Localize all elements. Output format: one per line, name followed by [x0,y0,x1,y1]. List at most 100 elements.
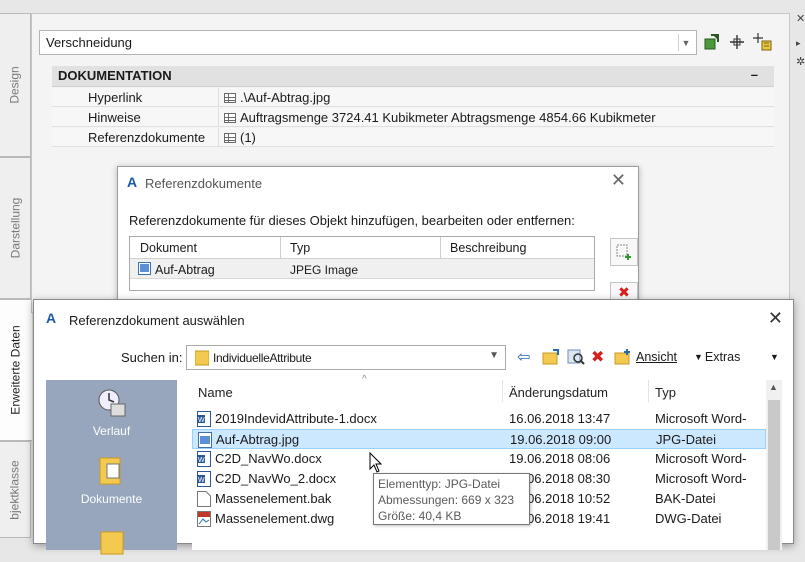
column-document[interactable]: Dokument [140,241,197,255]
image-file-icon [138,262,151,275]
column-date[interactable]: Änderungsdatum [509,385,608,400]
object-type-select[interactable]: Verschneidung ▼ [39,30,697,55]
file-row[interactable]: W 2019IndevidAttribute-1.docx 16.06.2018… [192,409,766,429]
documents-folder-icon [99,457,120,485]
word-document-icon: W [197,451,211,467]
tab-design-label: Design [8,66,23,104]
property-row-referenzdokumente[interactable]: Referenzdokumente (1) [52,128,774,147]
table-icon [224,92,236,103]
look-in-value: IndividuelleAttribute [213,351,312,365]
chevron-down-icon: ▼ [489,350,499,361]
tab-erweiterte-daten[interactable]: Erweiterte Daten [0,299,32,441]
column-description[interactable]: Beschreibung [450,241,526,255]
file-date: 19.06.2018 09:00 [510,432,612,447]
view-menu-button[interactable]: Ansicht [636,346,677,368]
palette-settings-icon[interactable]: ✲ [796,55,805,68]
svg-text:W: W [198,417,205,424]
toolbar-overflow-button[interactable]: ▼ [770,346,779,368]
svg-text:W: W [198,477,205,484]
file-row-selected[interactable]: Auf-Abtrag.jpg 19.06.2018 09:00 JPG-Date… [192,429,766,449]
word-document-icon: W [197,411,211,427]
look-in-select[interactable]: IndividuelleAttribute ▼ [186,345,506,370]
dialog-description: Referenzdokumente für dieses Objekt hinz… [129,213,575,228]
mouse-cursor-icon [369,452,383,473]
file-type: Microsoft Word- [655,411,747,426]
row-document: Auf-Abtrag [155,263,215,277]
delete-icon: ✖ [618,283,630,300]
quick-select-icon[interactable] [752,31,772,53]
reference-table: Dokument Typ Beschreibung Auf-Abtrag JPE… [129,236,595,291]
file-type: JPG-Datei [656,432,716,447]
tab-objektklasse-label: bjektklasse [8,459,22,520]
file-name: Massenelement.dwg [215,511,335,526]
category-dokumentation[interactable]: DOKUMENTATION – [52,66,774,87]
add-document-icon [616,244,631,260]
tab-objektklasse[interactable]: bjektklasse [0,441,31,538]
table-row[interactable]: Auf-Abtrag JPEG Image [130,259,594,279]
svg-text:W: W [198,457,205,464]
close-icon[interactable]: ✕ [768,308,783,329]
column-name[interactable]: Name [198,385,233,400]
file-row[interactable]: W C2D_NavWo.docx 19.06.2018 08:06 Micros… [192,449,766,469]
column-type[interactable]: Typ [290,241,310,255]
file-type: Microsoft Word- [655,471,747,486]
chevron-down-icon: ▼ [694,352,703,362]
toggle-pickadd-icon[interactable] [702,31,722,53]
look-in-label: Suchen in: [121,350,183,365]
place-history[interactable]: Verlauf [46,388,177,438]
collapse-icon[interactable]: – [751,67,758,82]
scroll-up-icon[interactable]: ▲ [769,382,778,392]
folder-icon [195,350,209,366]
blank-file-icon [197,491,211,507]
autocad-logo-icon: A [127,174,138,190]
property-row-hyperlink[interactable]: Hyperlink .\Auf-Abtrag.jpg [52,88,774,107]
file-date: 19.06.2018 08:06 [509,451,611,466]
dialog-title: Referenzdokumente [145,176,263,191]
place-history-label: Verlauf [92,424,131,438]
file-name: C2D_NavWo_2.docx [215,471,337,486]
scrollbar-thumb[interactable] [768,400,780,550]
extras-menu-button[interactable]: ▼ Extras [694,346,740,368]
column-type[interactable]: Typ [655,385,676,400]
up-folder-button[interactable] [542,346,560,368]
history-icon [98,389,125,417]
palette-autohide-icon[interactable]: ▸ [796,38,801,49]
property-value: (1) [240,130,256,145]
image-file-icon [198,432,212,448]
tab-erweiterte-daten-label: Erweiterte Daten [9,325,23,415]
file-type: DWG-Datei [655,511,722,526]
property-key: Referenzdokumente [88,130,206,145]
place-folder[interactable] [46,526,177,562]
search-web-button[interactable] [567,346,585,368]
chevron-down-icon: ▼ [770,352,779,362]
property-row-hinweise[interactable]: Hinweise Auftragsmenge 3724.41 Kubikmete… [52,108,774,127]
sort-ascending-icon: ^ [362,374,367,385]
view-label: Ansicht [636,350,677,364]
property-key: Hinweise [88,110,141,125]
file-type: Microsoft Word- [655,451,747,466]
dialog-title: Referenzdokument auswählen [69,313,245,328]
file-name: C2D_NavWo.docx [215,451,322,466]
place-documents[interactable]: Dokumente [46,456,177,506]
delete-button[interactable]: ✖ [591,346,604,368]
reference-documents-dialog: A Referenzdokumente ✕ Referenzdokumente … [117,166,639,316]
palette-close-icon[interactable]: ✕ [796,12,805,25]
property-key: Hyperlink [88,90,143,105]
table-header: Dokument Typ Beschreibung [130,237,594,259]
table-icon [224,112,236,123]
select-objects-icon[interactable] [727,31,747,53]
close-icon[interactable]: ✕ [611,170,626,191]
place-documents-label: Dokumente [80,492,143,506]
back-arrow-icon: ⇦ [517,349,531,366]
chevron-down-icon[interactable]: ▼ [678,34,693,51]
delete-icon: ✖ [591,349,605,366]
tab-design[interactable]: Design [0,13,31,157]
tab-darstellung[interactable]: Darstellung [0,157,31,299]
object-type-value: Verschneidung [46,35,133,50]
vertical-scrollbar[interactable]: ▲ [766,380,782,550]
file-name: Massenelement.bak [215,491,332,506]
add-reference-button[interactable] [610,238,638,266]
category-title: DOKUMENTATION [58,68,172,83]
back-button[interactable]: ⇦ [517,346,530,368]
create-folder-button[interactable] [614,346,632,368]
